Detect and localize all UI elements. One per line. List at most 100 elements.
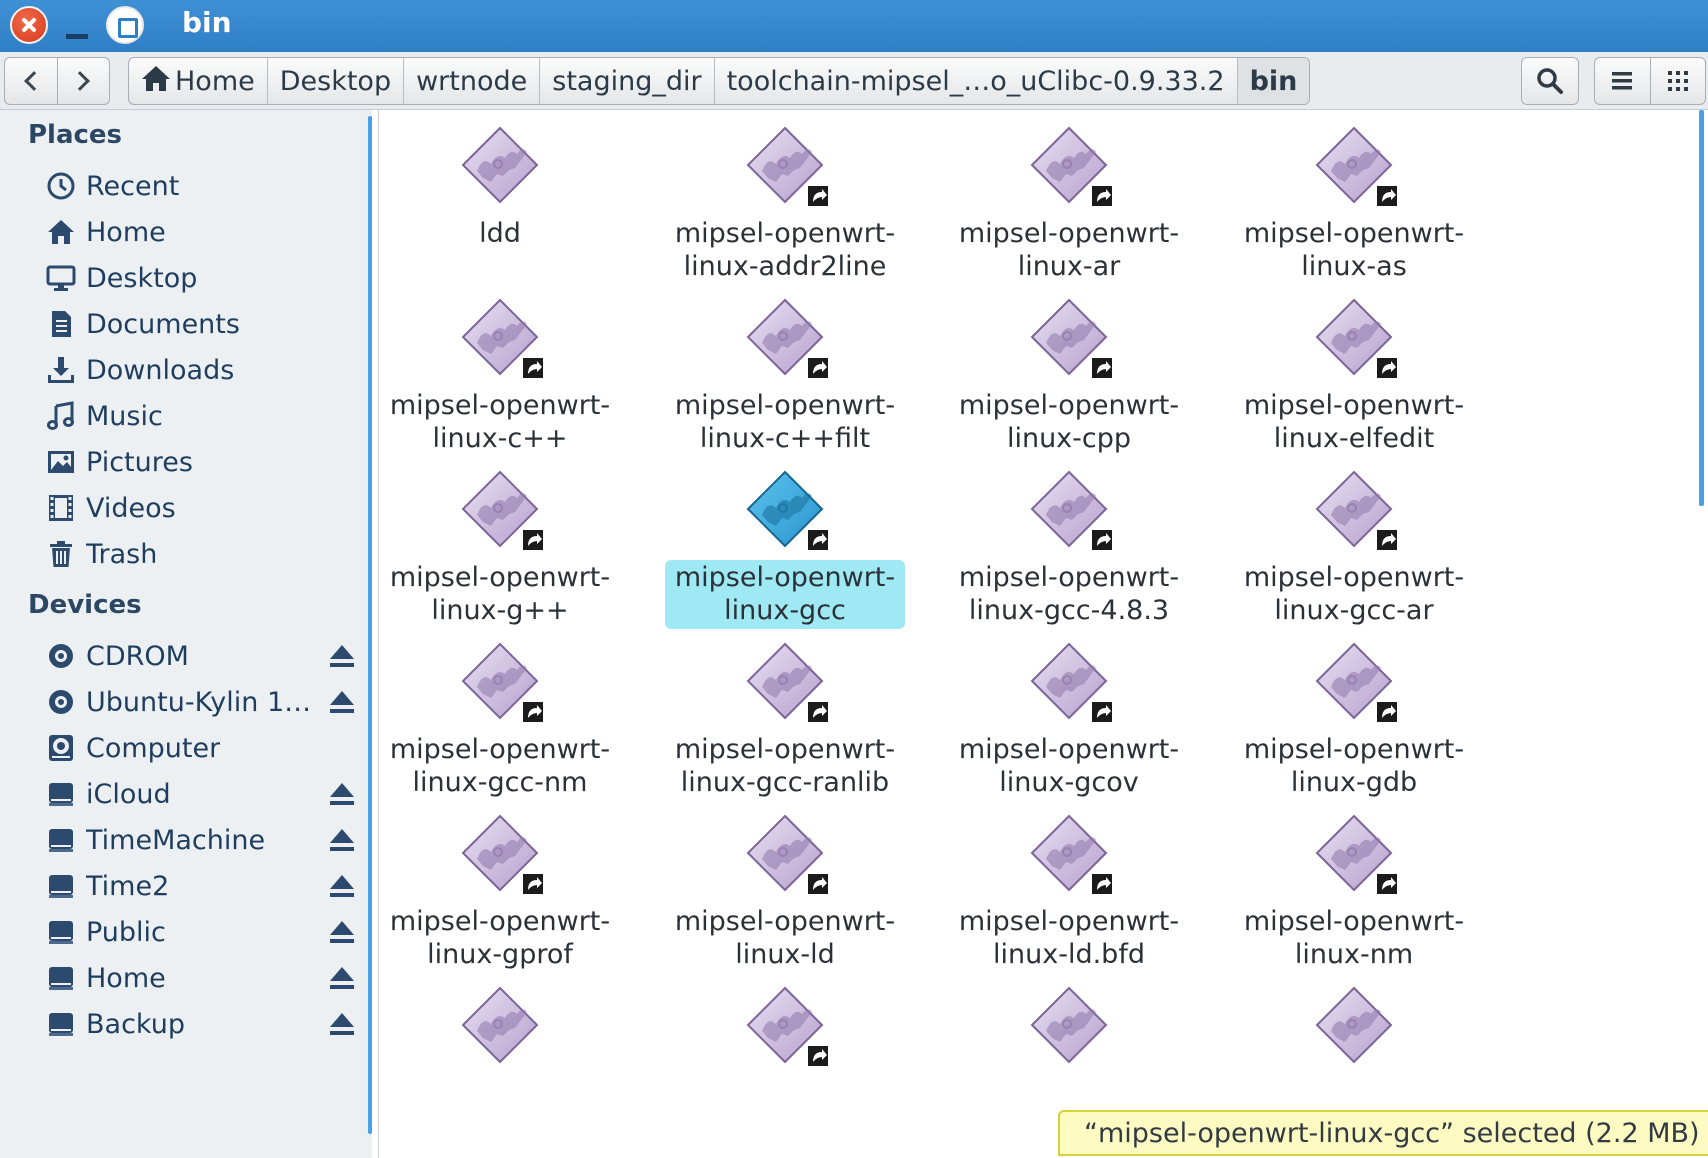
executable-symlink-icon — [453, 638, 547, 730]
file-name: mipsel-openwrt-linux-nm — [1243, 906, 1465, 970]
file-item[interactable]: mipsel-openwrt-linux-ar — [949, 122, 1189, 285]
sidebar-item-home[interactable]: Home — [44, 958, 364, 998]
file-item[interactable]: mipsel-openwrt-linux-gprof — [380, 810, 620, 973]
executable-symlink-icon — [1022, 466, 1116, 558]
file-name: mipsel-openwrt-linux-gcc-ranlib — [674, 734, 896, 798]
file-item[interactable]: mipsel-openwrt-linux-ld — [665, 810, 905, 973]
sidebar-item-timemachine[interactable]: TimeMachine — [44, 820, 364, 860]
disc-icon — [44, 639, 78, 673]
file-name: mipsel-openwrt-linux-cpp — [958, 390, 1180, 454]
sidebar-item-music[interactable]: Music — [44, 396, 364, 436]
file-item[interactable]: mipsel-openwrt-linux-ld.bfd — [949, 810, 1189, 973]
eject-icon[interactable] — [328, 780, 356, 808]
sidebar-item-desktop[interactable]: Desktop — [44, 258, 364, 298]
file-item[interactable]: mipsel-openwrt-linux-addr2line — [665, 122, 905, 285]
sidebar-item-icloud[interactable]: iCloud — [44, 774, 364, 814]
executable-symlink-icon — [738, 122, 832, 214]
clock-icon — [44, 169, 78, 203]
sidebar-item-pictures[interactable]: Pictures — [44, 442, 364, 482]
drive-icon — [44, 1007, 78, 1041]
file-item[interactable]: mipsel-openwrt-linux-gcc-ranlib — [665, 638, 905, 801]
file-view-scrollbar[interactable] — [1699, 110, 1704, 506]
file-item[interactable]: mipsel-openwrt-linux-elfedit — [1234, 294, 1474, 457]
sidebar-item-ubuntu-kylin-1[interactable]: Ubuntu-Kylin 1… — [44, 682, 364, 722]
sidebar-item-home[interactable]: Home — [44, 212, 364, 252]
disc-icon — [44, 685, 78, 719]
eject-icon[interactable] — [328, 918, 356, 946]
file-item[interactable]: mipsel-openwrt-linux-as — [1234, 122, 1474, 285]
list-view-button[interactable] — [1595, 58, 1650, 104]
file-item[interactable]: mipsel-openwrt-linux-c++ — [380, 294, 620, 457]
breadcrumb-item[interactable]: bin — [1237, 58, 1310, 104]
breadcrumb-item[interactable]: Desktop — [268, 58, 405, 104]
file-name: mipsel-openwrt-linux-gcc — [665, 560, 905, 629]
executable-symlink-icon — [738, 466, 832, 558]
file-item[interactable] — [380, 982, 620, 1074]
file-name: mipsel-openwrt-linux-elfedit — [1243, 390, 1465, 454]
eject-icon[interactable] — [328, 872, 356, 900]
breadcrumb-item[interactable]: staging_dir — [540, 58, 715, 104]
sidebar-item-videos[interactable]: Videos — [44, 488, 364, 528]
sidebar-item-downloads[interactable]: Downloads — [44, 350, 364, 390]
minimize-window-button[interactable] — [62, 6, 100, 44]
sidebar-item-public[interactable]: Public — [44, 912, 364, 952]
eject-icon[interactable] — [328, 1010, 356, 1038]
back-button[interactable] — [5, 58, 57, 104]
file-item[interactable]: mipsel-openwrt-linux-g++ — [380, 466, 620, 629]
sidebar-item-backup[interactable]: Backup — [44, 1004, 364, 1044]
breadcrumb-label: bin — [1249, 65, 1298, 97]
file-name: mipsel-openwrt-linux-g++ — [389, 562, 611, 626]
sidebar-scrollbar[interactable] — [368, 116, 372, 1134]
file-item[interactable]: mipsel-openwrt-linux-nm — [1234, 810, 1474, 973]
maximize-window-button[interactable] — [106, 6, 144, 44]
search-icon — [1537, 68, 1563, 94]
file-item[interactable]: mipsel-openwrt-linux-gcc-4.8.3 — [949, 466, 1189, 629]
file-name: mipsel-openwrt-linux-gcc-nm — [389, 734, 611, 798]
eject-icon[interactable] — [328, 642, 356, 670]
breadcrumb: Home Desktop wrtnode staging_dir toolchain-m… — [128, 57, 1311, 105]
file-name: mipsel-openwrt-linux-addr2line — [674, 218, 896, 282]
breadcrumb-item[interactable]: wrtnode — [404, 58, 541, 104]
drive-icon — [44, 823, 78, 857]
executable-symlink-icon — [1022, 638, 1116, 730]
breadcrumb-item[interactable]: Home — [129, 58, 268, 104]
file-item[interactable]: mipsel-openwrt-linux-gcc-ar — [1234, 466, 1474, 629]
sidebar-item-recent[interactable]: Recent — [44, 166, 364, 206]
search-button[interactable] — [1521, 57, 1579, 105]
home-icon — [141, 64, 175, 99]
file-item[interactable]: mipsel-openwrt-linux-gcov — [949, 638, 1189, 801]
sidebar-item-documents[interactable]: Documents — [44, 304, 364, 344]
eject-icon[interactable] — [328, 964, 356, 992]
sidebar-item-label: Downloads — [86, 354, 235, 386]
file-item[interactable]: mipsel-openwrt-linux-gcc — [665, 466, 905, 629]
breadcrumb-item[interactable]: toolchain-mipsel_…o_uClibc-0.9.33.2 — [715, 58, 1238, 104]
executable-symlink-icon — [1307, 294, 1401, 386]
file-item[interactable] — [665, 982, 905, 1074]
file-item[interactable]: mipsel-openwrt-linux-cpp — [949, 294, 1189, 457]
sidebar-item-trash[interactable]: Trash — [44, 534, 364, 574]
file-item[interactable]: mipsel-openwrt-linux-gdb — [1234, 638, 1474, 801]
file-item[interactable] — [949, 982, 1189, 1074]
sidebar-item-cdrom[interactable]: CDROM — [44, 636, 364, 676]
eject-icon[interactable] — [328, 688, 356, 716]
file-item[interactable]: ldd — [380, 122, 620, 252]
sidebar-item-label: Ubuntu-Kylin 1… — [86, 686, 312, 718]
status-bar: “mipsel-openwrt-linux-gcc” selected (2.2… — [1058, 1110, 1708, 1156]
executable-symlink-icon — [1022, 294, 1116, 386]
eject-icon[interactable] — [328, 826, 356, 854]
sidebar-item-label: Trash — [86, 538, 158, 570]
view-mode-group — [1594, 57, 1706, 105]
list-icon — [1612, 72, 1633, 90]
sidebar-item-time2[interactable]: Time2 — [44, 866, 364, 906]
executable-symlink-icon — [738, 982, 832, 1074]
sidebar-item-label: Recent — [86, 170, 180, 202]
sidebar-item-computer[interactable]: Computer — [44, 728, 364, 768]
file-item[interactable]: mipsel-openwrt-linux-gcc-nm — [380, 638, 620, 801]
file-item[interactable] — [1234, 982, 1474, 1074]
file-item[interactable]: mipsel-openwrt-linux-c++filt — [665, 294, 905, 457]
close-window-button[interactable] — [10, 6, 48, 44]
toolbar: Home Desktop wrtnode staging_dir toolchain-m… — [0, 52, 1708, 110]
sidebar-item-label: Backup — [86, 1008, 185, 1040]
forward-button[interactable] — [56, 58, 109, 104]
grid-view-button[interactable] — [1649, 58, 1705, 104]
